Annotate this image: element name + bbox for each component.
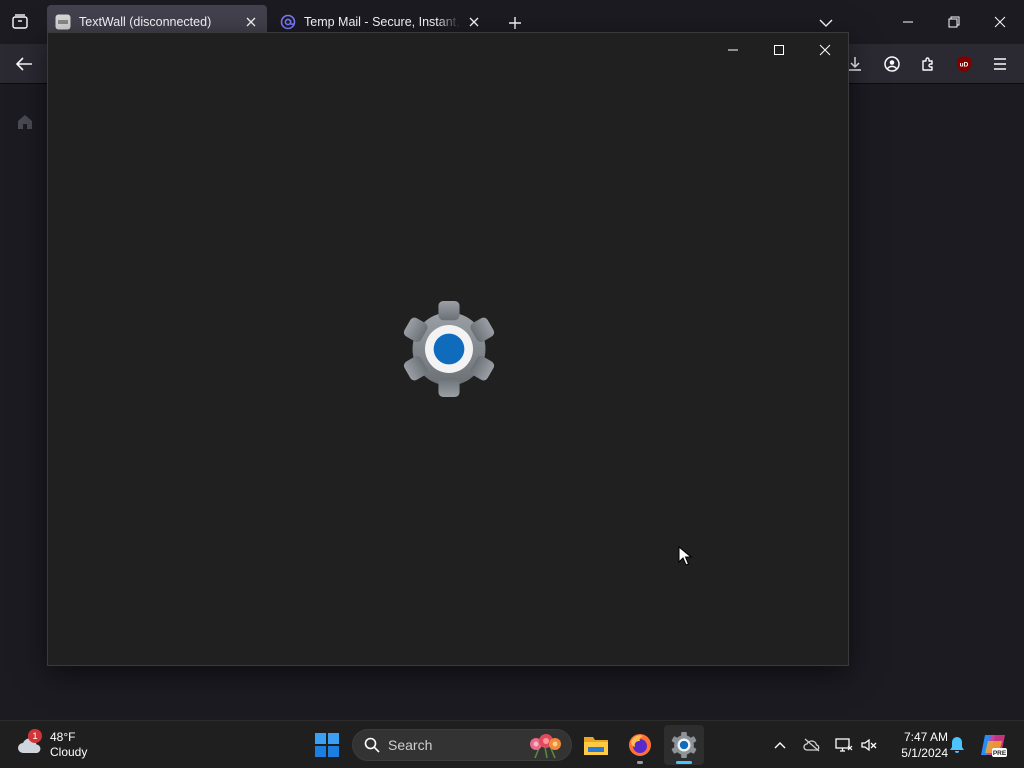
download-icon <box>849 57 861 71</box>
running-indicator <box>637 761 643 764</box>
notifications-button[interactable] <box>945 733 969 757</box>
tab-overflow-button[interactable] <box>815 12 837 34</box>
textwall-favicon <box>55 14 71 30</box>
new-tab-button[interactable] <box>504 12 526 34</box>
close-icon <box>994 16 1006 28</box>
account-icon <box>884 56 900 72</box>
search-icon <box>364 737 380 753</box>
close-icon <box>819 44 831 56</box>
browser-minimize-button[interactable] <box>894 8 922 36</box>
home-icon[interactable] <box>16 113 34 131</box>
file-explorer-icon <box>584 737 608 755</box>
start-button[interactable] <box>311 729 343 761</box>
chevron-up-icon <box>774 742 786 749</box>
ublock-badge-text: uD <box>960 62 969 69</box>
extensions-icon <box>922 57 933 71</box>
settings-maximize-button[interactable] <box>764 37 794 63</box>
active-indicator <box>676 761 692 764</box>
chevron-down-icon <box>819 19 833 27</box>
show-hidden-icons-button[interactable] <box>768 733 792 757</box>
back-button[interactable] <box>11 52 37 76</box>
minimize-icon <box>903 21 913 23</box>
network-icon <box>835 738 853 752</box>
flowers-highlight-icon <box>530 734 561 759</box>
settings-icon <box>671 732 697 758</box>
search-label: Search <box>388 737 433 753</box>
browser-restore-button[interactable] <box>940 8 968 36</box>
account-button[interactable] <box>879 52 905 76</box>
weather-condition: Cloudy <box>50 745 88 759</box>
windows-logo-icon <box>315 733 339 757</box>
extensions-button[interactable] <box>915 52 941 76</box>
settings-app-window <box>47 32 849 666</box>
browser-close-button[interactable] <box>986 8 1014 36</box>
menu-icon <box>994 58 1006 70</box>
settings-minimize-button[interactable] <box>718 37 748 63</box>
copilot-icon[interactable]: PRE <box>979 731 1007 759</box>
bell-icon <box>950 737 964 753</box>
speaker-muted-icon <box>861 738 877 752</box>
cloud-icon: 1 <box>16 729 44 757</box>
list-all-tabs-button[interactable] <box>8 11 32 33</box>
maximize-icon <box>774 45 784 55</box>
settings-gear-icon <box>403 301 495 397</box>
app-menu-button[interactable] <box>987 52 1013 76</box>
tab-title: Temp Mail - Secure, Instant, Fast <box>304 15 460 29</box>
volume-tray-icon[interactable] <box>857 733 881 757</box>
mouse-cursor-icon <box>678 546 692 566</box>
copilot-badge-text: PRE <box>993 750 1007 757</box>
ublock-origin-button[interactable]: uD <box>951 52 977 76</box>
weather-widget[interactable]: 1 48°F Cloudy <box>16 727 126 763</box>
tab-close-icon[interactable] <box>243 14 259 30</box>
system-clock[interactable]: 7:47 AM 5/1/2024 <box>884 729 948 761</box>
weather-temperature: 48°F <box>50 730 76 744</box>
ublock-icon: uD <box>957 56 971 72</box>
taskbar-settings[interactable] <box>664 725 704 765</box>
tab-list-icon <box>12 14 28 29</box>
taskbar: 1 48°F Cloudy Search 7:47 AM 5/1/2024 PR… <box>0 720 1024 768</box>
taskbar-file-explorer[interactable] <box>576 725 616 765</box>
network-tray-icon[interactable] <box>832 733 856 757</box>
taskbar-firefox[interactable] <box>620 725 660 765</box>
onedrive-tray-icon[interactable] <box>800 733 824 757</box>
restore-icon <box>948 16 960 28</box>
weather-badge: 1 <box>28 729 42 743</box>
tab-close-icon[interactable] <box>466 14 482 30</box>
cloud-offline-icon <box>803 738 820 752</box>
back-icon <box>15 57 32 71</box>
clock-date: 5/1/2024 <box>901 746 948 760</box>
at-sign-icon <box>280 14 296 30</box>
settings-close-button[interactable] <box>810 37 840 63</box>
tab-title: TextWall (disconnected) <box>79 15 212 29</box>
taskbar-search-box[interactable]: Search <box>352 729 572 761</box>
clock-time: 7:47 AM <box>903 730 948 744</box>
firefox-icon <box>629 734 651 756</box>
plus-icon <box>509 17 521 29</box>
minimize-icon <box>728 49 738 51</box>
